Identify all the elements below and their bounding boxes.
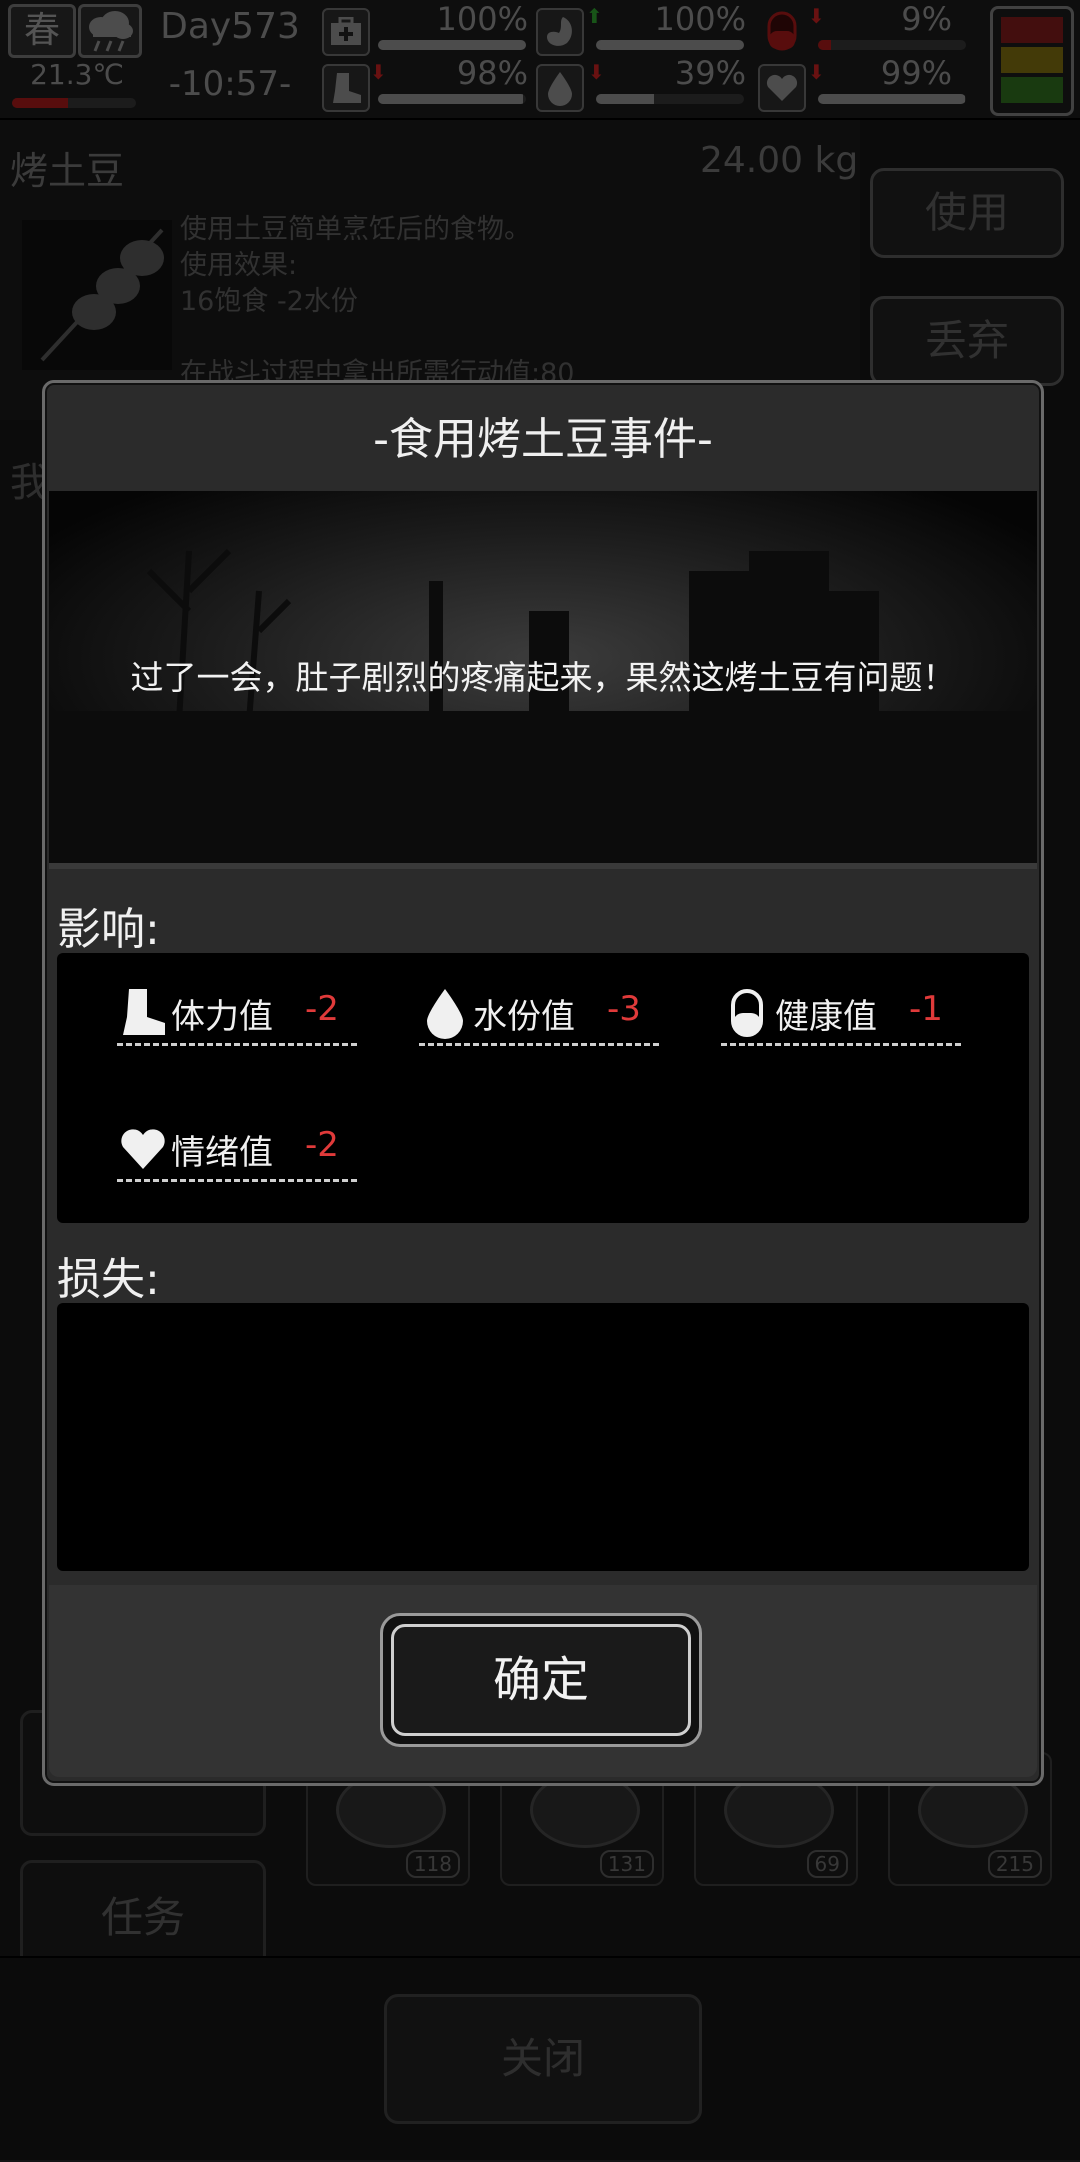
heart-icon <box>121 1129 165 1169</box>
ruined-city-illustration: 过了一会，肚子剧烈的疼痛起来，果然这烤土豆有问题！ <box>49 491 1037 869</box>
confirm-button[interactable]: 确定 <box>391 1624 691 1736</box>
event-dialog: -食用烤土豆事件- 过了一会，肚子剧烈的疼痛起来，果然这烤土豆有问题！ 影响: … <box>42 380 1044 1786</box>
water-drop-icon <box>427 989 463 1039</box>
confirm-button-frame: 确定 <box>380 1613 702 1747</box>
boot-icon <box>123 989 165 1035</box>
effects-panel: 体力值 -2 水份值 -3 健康值 -1 情绪值 -2 <box>57 953 1029 1223</box>
effect-stamina: 体力值 -2 <box>117 983 357 1046</box>
effect-water: 水份值 -3 <box>419 983 659 1046</box>
dialog-title: -食用烤土豆事件- <box>373 414 713 465</box>
loss-label: 损失: <box>57 1254 160 1305</box>
effect-mood: 情绪值 -2 <box>117 1119 357 1182</box>
effects-label: 影响: <box>57 904 160 955</box>
pill-icon <box>731 989 763 1037</box>
effect-health: 健康值 -1 <box>721 983 961 1046</box>
loss-panel <box>57 1303 1029 1571</box>
event-description: 过了一会，肚子剧烈的疼痛起来，果然这烤土豆有问题！ <box>130 658 956 697</box>
